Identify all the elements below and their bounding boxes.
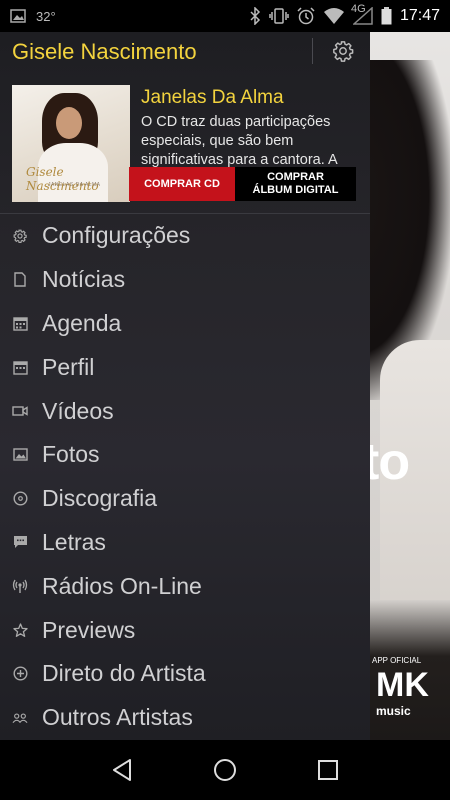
menu-item-previews[interactable]: Previews xyxy=(0,608,370,652)
drawer-menu: Configurações Notícias Agenda Perfil Víd… xyxy=(0,213,370,740)
navigation-drawer: Gisele Nascimento Gisele Nascimento JANE… xyxy=(0,32,370,740)
cover-album-subtitle: JANELAS DA ALMA xyxy=(48,182,101,188)
system-navigation-bar xyxy=(0,740,450,800)
image-icon xyxy=(10,9,26,23)
menu-item-perfil[interactable]: Perfil xyxy=(0,345,370,389)
menu-item-radios-online[interactable]: Rádios On-Line xyxy=(0,564,370,608)
menu-item-outros-artistas[interactable]: Outros Artistas xyxy=(0,696,370,740)
album-title[interactable]: Janelas Da Alma xyxy=(141,87,284,109)
buy-digital-album-button[interactable]: COMPRAR ÁLBUM DIGITAL xyxy=(235,167,356,201)
star-icon xyxy=(12,622,28,638)
menu-item-label: Notícias xyxy=(42,266,126,293)
drawer-title: Gisele Nascimento xyxy=(12,39,197,64)
clock: 17:47 xyxy=(399,7,440,24)
menu-item-label: Perfil xyxy=(42,353,95,380)
menu-item-noticias[interactable]: Notícias xyxy=(0,258,370,302)
brand-subtitle: music xyxy=(376,704,411,718)
calendar-icon xyxy=(12,315,28,331)
brand-logo: MK xyxy=(376,666,429,704)
menu-item-label: Letras xyxy=(42,528,106,555)
menu-item-label: Agenda xyxy=(42,309,122,336)
battery-icon xyxy=(381,7,392,25)
buy-digital-line2: ÁLBUM DIGITAL xyxy=(252,184,339,196)
settings-button[interactable] xyxy=(330,38,356,64)
back-triangle-icon xyxy=(111,758,133,782)
drawer-header: Gisele Nascimento xyxy=(0,32,370,72)
plus-circle-icon xyxy=(12,666,28,682)
disc-icon xyxy=(12,491,28,507)
chat-bubble-icon xyxy=(12,534,28,550)
menu-item-label: Previews xyxy=(42,616,136,643)
menu-item-videos[interactable]: Vídeos xyxy=(0,389,370,433)
album-cover[interactable]: Gisele Nascimento JANELAS DA ALMA xyxy=(12,85,130,202)
temperature: 32° xyxy=(36,8,56,24)
photo-icon xyxy=(12,447,28,463)
buy-digital-line1: COMPRAR xyxy=(267,171,324,183)
menu-item-label: Direto do Artista xyxy=(42,660,206,687)
video-camera-icon xyxy=(12,403,28,419)
bluetooth-icon xyxy=(249,7,261,25)
menu-item-agenda[interactable]: Agenda xyxy=(0,302,370,346)
buy-cd-button[interactable]: COMPRAR CD xyxy=(129,167,235,201)
signal-icon: 4G xyxy=(351,3,373,25)
document-icon xyxy=(12,272,28,288)
menu-item-label: Fotos xyxy=(42,441,100,468)
back-button[interactable] xyxy=(102,750,142,790)
gear-icon xyxy=(12,228,28,244)
menu-item-discografia[interactable]: Discografia xyxy=(0,477,370,521)
menu-item-fotos[interactable]: Fotos xyxy=(0,433,370,477)
menu-item-label: Outros Artistas xyxy=(42,704,193,731)
profile-calendar-icon xyxy=(12,359,28,375)
radio-broadcast-icon xyxy=(12,578,28,594)
alarm-icon xyxy=(297,7,315,25)
menu-item-label: Discografia xyxy=(42,485,158,512)
menu-item-configuracoes[interactable]: Configurações xyxy=(0,214,370,258)
network-type: 4G xyxy=(350,3,366,15)
menu-item-letras[interactable]: Letras xyxy=(0,521,370,565)
menu-item-direto-do-artista[interactable]: Direto do Artista xyxy=(0,652,370,696)
header-divider xyxy=(312,38,313,64)
cover-face xyxy=(56,107,82,139)
home-button[interactable] xyxy=(205,750,245,790)
home-circle-icon xyxy=(213,758,237,782)
menu-item-label: Rádios On-Line xyxy=(42,572,202,599)
cover-artist-script: Gisele Nascimento xyxy=(26,165,99,193)
group-icon xyxy=(12,710,28,726)
menu-item-label: Vídeos xyxy=(42,397,114,424)
brand-caption: APP OFICIAL xyxy=(372,656,422,665)
status-bar: 32° 4G 17:47 xyxy=(0,0,450,32)
recents-square-icon xyxy=(317,759,339,781)
recents-button[interactable] xyxy=(308,750,348,790)
gear-icon xyxy=(332,40,354,62)
vibrate-icon xyxy=(269,8,289,24)
wifi-icon xyxy=(323,8,345,24)
menu-item-label: Configurações xyxy=(42,222,191,249)
album-description: O CD traz duas participações especiais, … xyxy=(141,114,338,168)
